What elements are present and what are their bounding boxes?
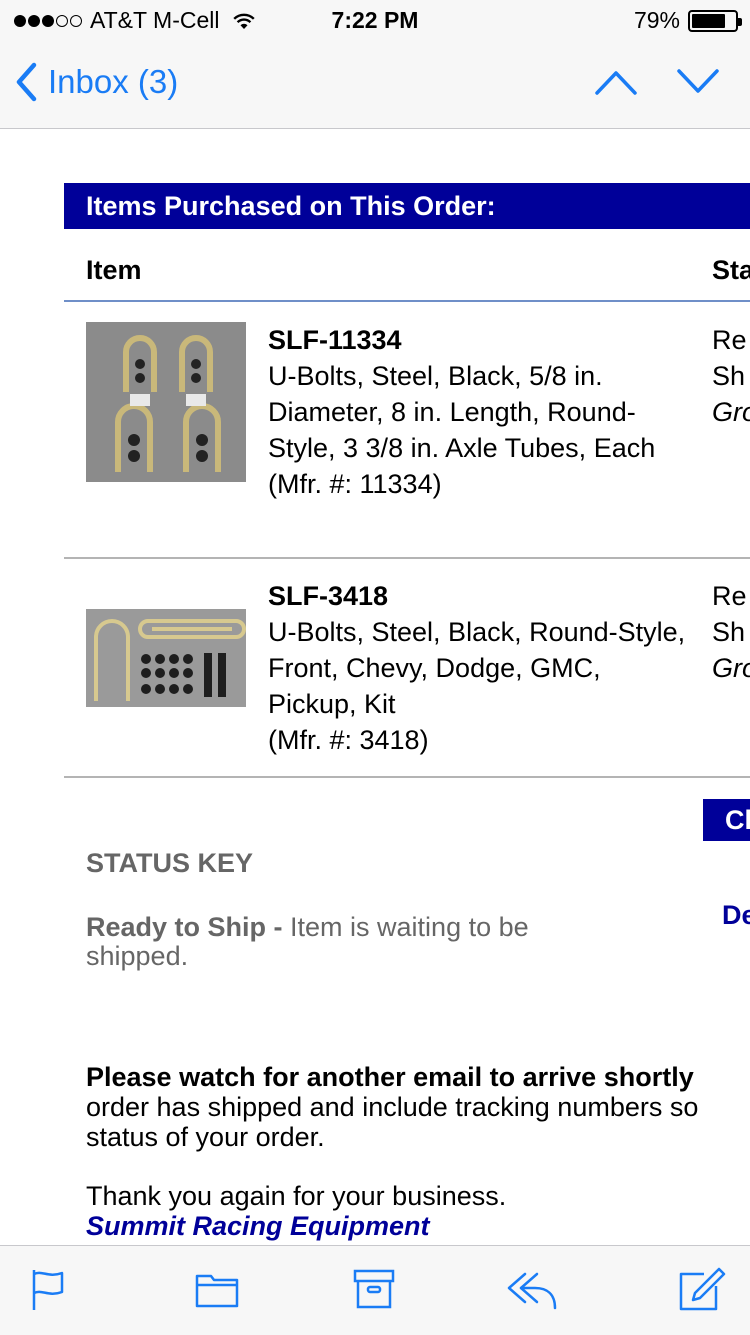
signature-company-name[interactable]: Summit Racing Equipment bbox=[86, 1211, 430, 1241]
compose-icon bbox=[679, 1267, 726, 1311]
item-sku[interactable]: SLF-3418 bbox=[268, 578, 688, 614]
status-line-1: Re bbox=[712, 581, 747, 611]
product-image-u-bolt-kit[interactable] bbox=[86, 609, 246, 707]
previous-message-button[interactable] bbox=[594, 68, 638, 101]
status-bar: AT&T M-Cell 7:22 PM 79% bbox=[0, 0, 750, 40]
shipping-notice-line-3: status of your order. bbox=[86, 1122, 325, 1152]
check-status-button[interactable]: Cl bbox=[703, 799, 750, 841]
column-header-item: Item bbox=[86, 255, 142, 285]
archive-button[interactable] bbox=[353, 1268, 395, 1315]
shipping-notice-line-1: Please watch for another email to arrive… bbox=[86, 1062, 694, 1092]
details-link[interactable]: De bbox=[722, 900, 750, 931]
chevron-down-icon bbox=[677, 69, 719, 93]
back-to-inbox-button[interactable]: Inbox (3) bbox=[14, 62, 178, 102]
status-line-2: Sh bbox=[712, 361, 746, 391]
mail-nav-bar: Inbox (3) bbox=[0, 40, 750, 129]
shipping-notice-line-2: order has shipped and include tracking n… bbox=[86, 1092, 699, 1122]
item-details: SLF-3418 U-Bolts, Steel, Black, Round-St… bbox=[268, 578, 688, 758]
items-purchased-header: Items Purchased on This Order: bbox=[64, 183, 750, 229]
shipping-notice: Please watch for another email to arrive… bbox=[86, 1062, 750, 1152]
item-details: SLF-11334 U-Bolts, Steel, Black, 5/8 in.… bbox=[268, 322, 688, 502]
next-message-button[interactable] bbox=[676, 68, 720, 101]
message-navigation bbox=[594, 68, 720, 101]
status-line-3: Gro bbox=[712, 397, 750, 427]
item-mfr-number: (Mfr. #: 3418) bbox=[268, 725, 429, 755]
u-bolt-kit-image bbox=[86, 609, 246, 707]
status-right: 79% bbox=[633, 7, 742, 34]
battery-percent: 79% bbox=[633, 7, 680, 33]
status-key-term: Ready to Ship - bbox=[86, 912, 283, 942]
battery-icon bbox=[688, 9, 742, 32]
flag-button[interactable] bbox=[30, 1268, 66, 1317]
thank-you-text: Thank you again for your business. bbox=[86, 1181, 507, 1211]
chevron-left-icon bbox=[16, 62, 37, 102]
status-line-1: Re bbox=[712, 325, 747, 355]
item-status: Re Sh Gro bbox=[712, 578, 750, 686]
status-line-2: Sh bbox=[712, 617, 746, 647]
status-line-3: Gro bbox=[712, 653, 750, 683]
reply-icon bbox=[507, 1272, 557, 1310]
folder-icon bbox=[195, 1274, 239, 1308]
row-divider bbox=[64, 776, 750, 778]
column-header-status: Sta bbox=[712, 255, 750, 285]
email-body[interactable]: Items Purchased on This Order: Item Sta bbox=[0, 129, 750, 1245]
item-description: U-Bolts, Steel, Black, Round-Style, Fron… bbox=[268, 617, 686, 719]
item-mfr-number: (Mfr. #: 11334) bbox=[268, 469, 442, 499]
row-divider bbox=[64, 557, 750, 559]
product-image-u-bolts-4[interactable] bbox=[86, 322, 246, 482]
status-key-title: STATUS KEY bbox=[86, 848, 254, 878]
item-sku[interactable]: SLF-11334 bbox=[268, 322, 688, 358]
compose-button[interactable] bbox=[678, 1266, 726, 1317]
chevron-up-icon bbox=[595, 71, 637, 95]
move-to-folder-button[interactable] bbox=[195, 1272, 239, 1313]
status-key-entry: Ready to Ship - Item is waiting to be sh… bbox=[86, 913, 606, 971]
flag-icon bbox=[32, 1270, 64, 1310]
item-description: U-Bolts, Steel, Black, 5/8 in. Diameter,… bbox=[268, 361, 656, 463]
item-status: Re Sh Gro bbox=[712, 322, 750, 430]
header-divider bbox=[64, 300, 750, 302]
archive-icon bbox=[353, 1269, 395, 1309]
mail-toolbar bbox=[0, 1245, 750, 1335]
u-bolt-set-image bbox=[86, 322, 246, 482]
back-label: Inbox (3) bbox=[48, 63, 179, 100]
reply-button[interactable] bbox=[505, 1270, 559, 1315]
